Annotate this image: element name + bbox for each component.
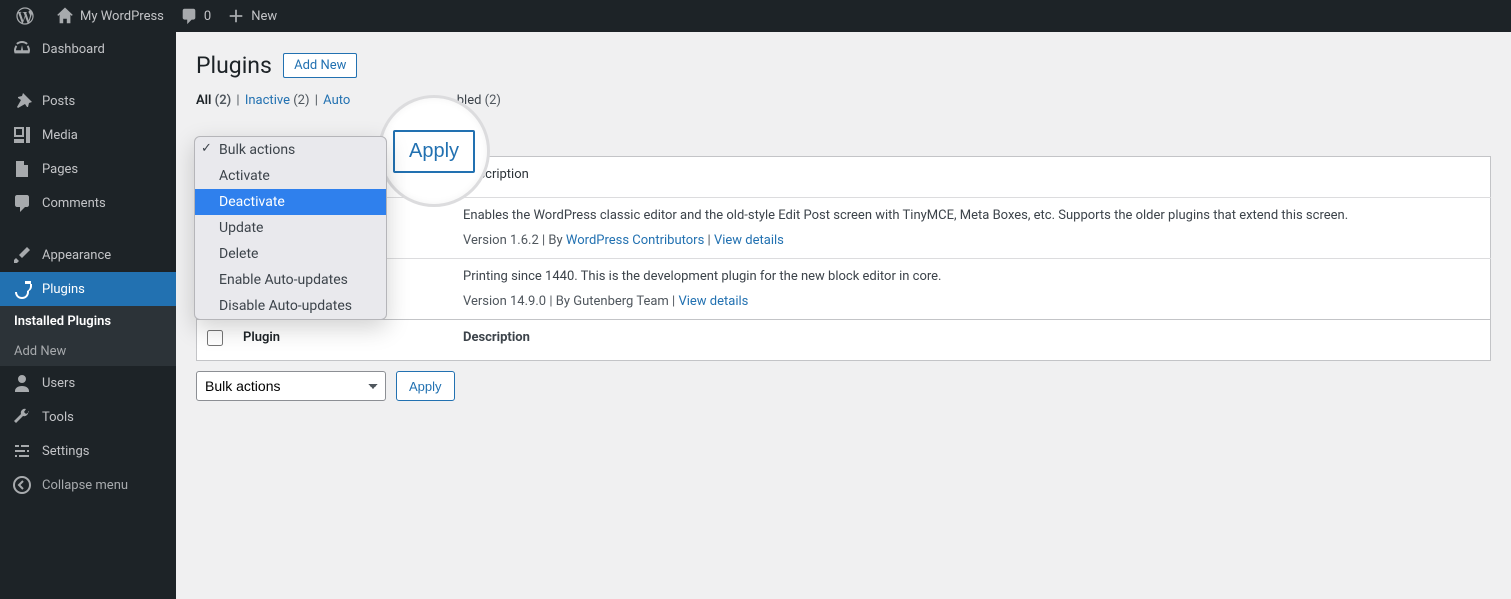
- select-all-bottom[interactable]: [207, 330, 223, 346]
- col-description-foot: Description: [453, 320, 1491, 361]
- sidebar-label: Media: [42, 128, 78, 143]
- sidebar-label: Appearance: [42, 248, 111, 263]
- paintbrush-icon: [12, 245, 32, 265]
- table-row: Enables the WordPress classic editor and…: [197, 198, 1491, 259]
- speech-bubble-icon: [180, 7, 198, 25]
- sidebar-label: Posts: [42, 94, 75, 109]
- dropdown-option-bulk-actions[interactable]: Bulk actions: [195, 137, 386, 163]
- sliders-icon: [12, 441, 32, 461]
- sidebar-label: Collapse menu: [42, 478, 128, 493]
- filter-all[interactable]: All (2): [196, 93, 234, 108]
- sidebar-item-posts[interactable]: Posts: [0, 84, 176, 118]
- plus-icon: [227, 7, 245, 25]
- sidebar-item-media[interactable]: Media: [0, 118, 176, 152]
- home-icon: [56, 7, 74, 25]
- wordpress-logo-icon: [16, 7, 34, 25]
- table-row: Gutenberg Activate | Delete Printing sin…: [197, 259, 1491, 320]
- pushpin-icon: [12, 91, 32, 111]
- wrench-icon: [12, 407, 32, 427]
- col-plugin-foot[interactable]: Plugin: [233, 320, 453, 361]
- submenu-installed-plugins[interactable]: Installed Plugins: [0, 306, 176, 336]
- page-title: Plugins: [196, 52, 272, 79]
- plugin-description: Printing since 1440. This is the develop…: [463, 269, 1480, 284]
- sidebar-item-dashboard[interactable]: Dashboard: [0, 32, 176, 66]
- collapse-icon: [12, 475, 32, 495]
- sidebar-item-tools[interactable]: Tools: [0, 400, 176, 434]
- sidebar-separator: [0, 220, 176, 238]
- plugin-author-link[interactable]: WordPress Contributors: [566, 233, 704, 248]
- sidebar-label: Settings: [42, 444, 89, 459]
- user-icon: [12, 373, 32, 393]
- dropdown-option-disable-auto-updates[interactable]: Disable Auto-updates: [195, 293, 386, 319]
- new-label: New: [251, 9, 277, 24]
- sidebar-label: Pages: [42, 162, 78, 177]
- new-content-menu[interactable]: New: [219, 0, 285, 32]
- view-details-link[interactable]: View details: [714, 233, 784, 248]
- apply-button-bottom[interactable]: Apply: [396, 371, 455, 401]
- dropdown-option-enable-auto-updates[interactable]: Enable Auto-updates: [195, 267, 386, 293]
- comments-menu[interactable]: 0: [172, 0, 219, 32]
- sidebar-label: Tools: [42, 410, 74, 425]
- page-icon: [12, 159, 32, 179]
- wp-logo-menu[interactable]: [8, 0, 48, 32]
- sidebar-item-settings[interactable]: Settings: [0, 434, 176, 468]
- plugins-submenu: Installed Plugins Add New: [0, 306, 176, 366]
- site-name-menu[interactable]: My WordPress: [48, 0, 172, 32]
- bulk-action-dropdown-open[interactable]: Bulk actions Activate Deactivate Update …: [194, 136, 387, 320]
- sidebar-label: Plugins: [42, 282, 85, 297]
- dropdown-option-activate[interactable]: Activate: [195, 163, 386, 189]
- dropdown-option-deactivate[interactable]: Deactivate: [195, 189, 386, 215]
- dashboard-icon: [12, 39, 32, 59]
- admin-sidebar: Dashboard Posts Media Pages Comments App…: [0, 32, 176, 599]
- sidebar-label: Users: [42, 376, 75, 391]
- col-description: Description: [453, 157, 1491, 198]
- sidebar-item-comments[interactable]: Comments: [0, 186, 176, 220]
- submenu-add-new[interactable]: Add New: [0, 336, 176, 366]
- bottom-tablenav: Bulk actions Apply: [196, 371, 1491, 401]
- dropdown-option-delete[interactable]: Delete: [195, 241, 386, 267]
- plug-icon: [12, 279, 32, 299]
- apply-button-top[interactable]: Apply: [393, 130, 475, 173]
- admin-bar: My WordPress 0 New: [0, 0, 1511, 32]
- sidebar-separator: [0, 66, 176, 84]
- dropdown-option-update[interactable]: Update: [195, 215, 386, 241]
- status-filters: All (2) | Inactive (2) | Auto bled (2): [196, 93, 1491, 108]
- sidebar-collapse[interactable]: Collapse menu: [0, 468, 176, 502]
- add-new-button[interactable]: Add New: [283, 53, 357, 78]
- apply-highlight-circle: Apply: [378, 95, 490, 207]
- plugin-author-plain: Gutenberg Team: [573, 294, 669, 309]
- sidebar-item-plugins[interactable]: Plugins: [0, 272, 176, 306]
- sidebar-item-users[interactable]: Users: [0, 366, 176, 400]
- media-icon: [12, 125, 32, 145]
- sidebar-item-appearance[interactable]: Appearance: [0, 238, 176, 272]
- filter-inactive[interactable]: Inactive (2): [245, 93, 313, 108]
- comments-count: 0: [204, 9, 211, 24]
- view-details-link[interactable]: View details: [678, 294, 748, 309]
- sidebar-label: Dashboard: [42, 42, 105, 57]
- sidebar-item-pages[interactable]: Pages: [0, 152, 176, 186]
- site-name-label: My WordPress: [80, 9, 164, 24]
- sidebar-label: Comments: [42, 196, 106, 211]
- bulk-action-select-bottom[interactable]: Bulk actions: [196, 371, 386, 401]
- speech-bubble-icon: [12, 193, 32, 213]
- plugin-description: Enables the WordPress classic editor and…: [463, 208, 1480, 223]
